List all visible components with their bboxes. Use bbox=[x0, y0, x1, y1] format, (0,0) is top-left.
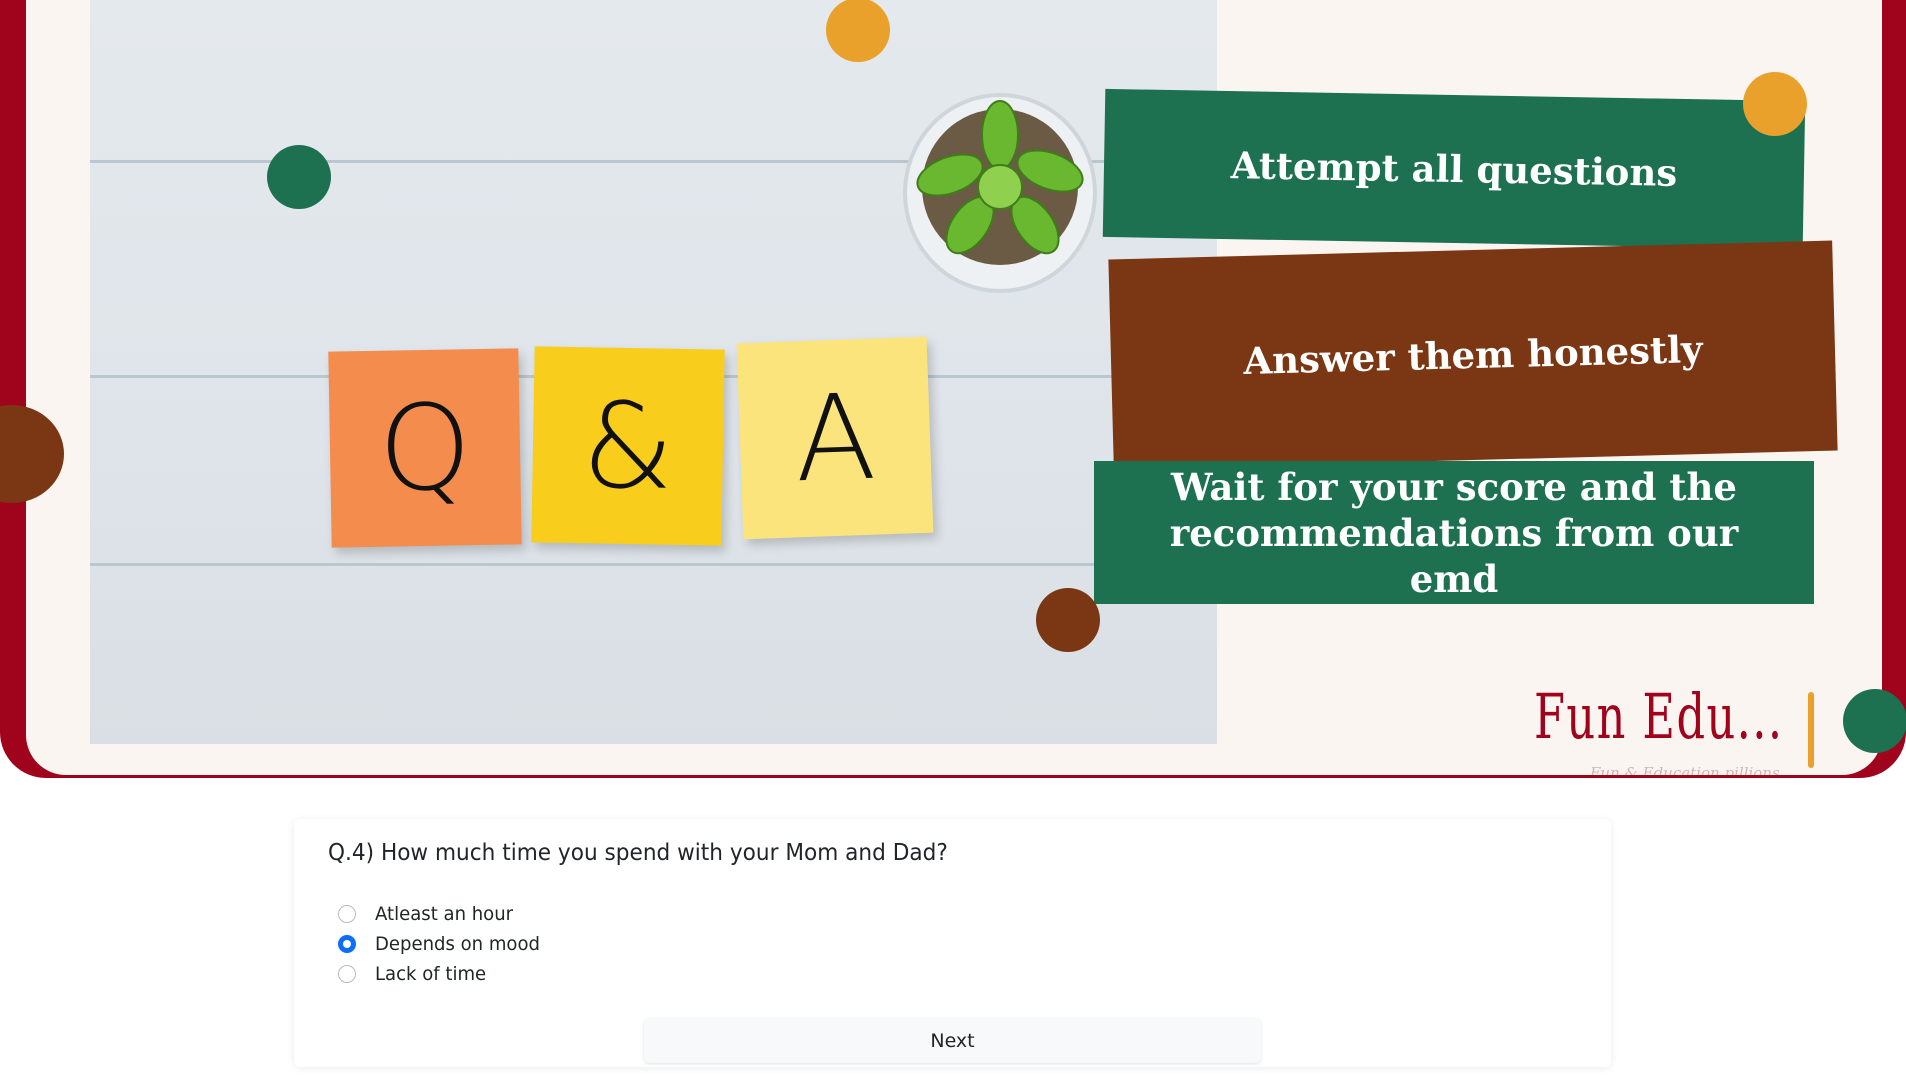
sticky-note-ampersand: & bbox=[531, 346, 725, 546]
answer-option[interactable]: Atleast an hour bbox=[338, 901, 520, 927]
banner-text: Attempt all questions bbox=[1230, 143, 1678, 195]
sticky-note-q: Q bbox=[328, 348, 522, 548]
next-button[interactable]: Next bbox=[644, 1018, 1261, 1063]
sticky-note-a: A bbox=[736, 336, 934, 540]
decor-dot bbox=[1036, 588, 1100, 652]
hero-panel: Q & A Attempt all questions Answer them … bbox=[26, 0, 1882, 775]
radio-button[interactable] bbox=[338, 905, 356, 923]
note-letter: & bbox=[580, 376, 676, 516]
option-label: Depends on mood bbox=[375, 933, 540, 955]
answer-option[interactable]: Lack of time bbox=[338, 961, 492, 987]
question-text: Q.4) How much time you spend with your M… bbox=[328, 840, 948, 866]
decor-dot bbox=[1843, 689, 1906, 753]
banner-text: Wait for your score and the recommendati… bbox=[1169, 464, 1739, 601]
quiz-card: Q.4) How much time you spend with your M… bbox=[294, 819, 1611, 1067]
option-label: Atleast an hour bbox=[375, 903, 514, 925]
answer-option[interactable]: Depends on mood bbox=[338, 931, 549, 957]
option-label: Lack of time bbox=[375, 963, 487, 985]
radio-button-selected[interactable] bbox=[338, 935, 356, 953]
instruction-banner-attempt: Attempt all questions bbox=[1102, 88, 1806, 250]
instruction-banner-score: Wait for your score and the recommendati… bbox=[1094, 461, 1814, 604]
fun-edu-logo: Fun Edu... Fun & Education pillions bbox=[1534, 680, 1814, 775]
succulent-plant-icon bbox=[903, 93, 1097, 293]
plank-line bbox=[90, 563, 1217, 566]
logo-divider bbox=[1808, 692, 1814, 768]
instruction-banner-honest: Answer them honestly bbox=[1108, 240, 1838, 470]
decor-dot bbox=[826, 0, 890, 62]
decor-dot bbox=[1743, 72, 1807, 136]
logo-name: Fun Edu... bbox=[1534, 680, 1784, 753]
note-letter: Q bbox=[377, 378, 473, 518]
note-letter: A bbox=[792, 367, 878, 509]
banner-text: Answer them honestly bbox=[1242, 326, 1704, 384]
radio-button[interactable] bbox=[338, 965, 356, 983]
hero-banner: Q & A Attempt all questions Answer them … bbox=[0, 0, 1906, 778]
decor-dot bbox=[267, 145, 331, 209]
logo-tagline: Fun & Education pillions bbox=[1590, 764, 1780, 775]
